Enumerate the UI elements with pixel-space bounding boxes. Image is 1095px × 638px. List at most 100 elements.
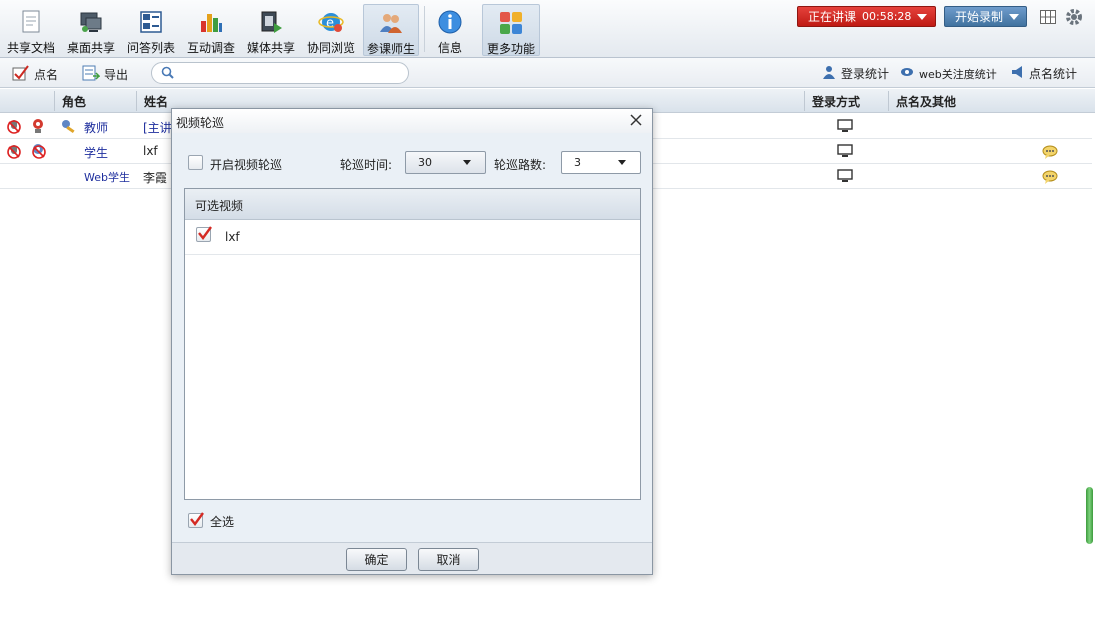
list-item[interactable]: lxf (185, 220, 640, 255)
chevron-down-icon (618, 160, 626, 165)
tool-qa-list[interactable]: 问答列表 (124, 4, 178, 56)
row-name: 李霞 (143, 171, 168, 185)
select-all-label: 全选 (210, 515, 235, 529)
checkmark-icon (198, 226, 212, 240)
qa-list-icon (138, 9, 164, 35)
mic-off-icon[interactable] (6, 143, 22, 162)
cancel-label: 取消 (436, 553, 461, 567)
live-status-button[interactable]: 正在讲课 00:58:28 (797, 6, 936, 27)
header-rollcall[interactable]: 点名及其他 (896, 93, 956, 110)
row-role: 学生 (84, 146, 109, 160)
login-stats-button[interactable]: 登录统计 (822, 65, 889, 82)
ok-button[interactable]: 确定 (346, 548, 407, 571)
megaphone-icon (1010, 65, 1024, 82)
tool-more[interactable]: 更多功能 (482, 4, 540, 56)
row-name: lxf (143, 144, 158, 158)
close-icon[interactable] (630, 114, 642, 129)
tool-shared-docs[interactable]: 共享文档 (4, 4, 58, 56)
users-icon (378, 10, 404, 36)
mic-off-icon[interactable] (6, 118, 22, 137)
camera-off-icon[interactable] (30, 143, 46, 162)
camera-icon[interactable] (30, 118, 46, 137)
chat-bubble-icon[interactable] (1042, 170, 1058, 187)
scrollbar-thumb[interactable] (1086, 487, 1093, 544)
login-stats-label: 登录统计 (841, 67, 890, 81)
column-divider (54, 91, 55, 111)
rollcall-label: 点名 (34, 68, 59, 82)
enable-patrol-checkbox[interactable] (188, 155, 203, 170)
live-timer: 00:58:28 (862, 10, 912, 23)
export-icon (82, 65, 101, 84)
tool-survey[interactable]: 互动调查 (184, 4, 238, 56)
desktop-share-icon (78, 9, 104, 35)
live-label: 正在讲课 (808, 10, 857, 24)
interval-label: 轮巡时间: (340, 158, 393, 172)
count-label: 轮巡路数: (494, 158, 547, 172)
video-list: 可选视频 lxf (184, 188, 641, 500)
count-value: 3 (574, 156, 581, 169)
record-button[interactable]: 开始录制 (944, 6, 1027, 27)
user-icon (822, 65, 836, 82)
tool-co-browse[interactable]: e 协同浏览 (304, 4, 358, 56)
cancel-button[interactable]: 取消 (418, 548, 479, 571)
chevron-down-icon (463, 160, 471, 165)
interval-select[interactable]: 30 (405, 151, 486, 174)
layout-grid-icon[interactable] (1040, 10, 1056, 27)
sub-toolbar: 点名 导出 登录统计 web关注度统计 点名统计 (0, 58, 1095, 88)
header-role[interactable]: 角色 (62, 93, 86, 110)
select-all-checkbox[interactable] (188, 512, 204, 528)
bar-chart-icon (198, 9, 224, 35)
row-role: Web学生 (84, 171, 130, 184)
column-divider (136, 91, 137, 111)
chevron-down-icon (917, 13, 928, 20)
info-icon (437, 9, 463, 35)
dialog-title: 视频轮巡 (176, 116, 225, 130)
search-input[interactable] (151, 62, 409, 84)
chat-bubble-icon[interactable] (1042, 145, 1058, 162)
media-share-icon (258, 9, 284, 35)
row-role: 教师 (84, 121, 109, 135)
chevron-down-icon (1009, 13, 1020, 20)
grid-apps-icon (498, 10, 524, 36)
video-patrol-dialog: 视频轮巡 开启视频轮巡 轮巡时间: 30 轮巡路数: 3 可选视频 lxf 全选… (171, 108, 653, 575)
rollcall-button[interactable]: 点名 (12, 65, 58, 84)
header-name[interactable]: 姓名 (144, 93, 168, 110)
rollcall-stats-button[interactable]: 点名统计 (1010, 65, 1077, 82)
tool-media-share[interactable]: 媒体共享 (244, 4, 298, 56)
svg-text:e: e (326, 16, 334, 31)
checklist-icon (12, 65, 30, 84)
row-name: [主讲 (143, 121, 172, 135)
enable-patrol-label: 开启视频轮巡 (210, 158, 283, 172)
monitor-icon (837, 119, 853, 136)
record-label: 开始录制 (955, 10, 1004, 24)
tool-participants[interactable]: 参课师生 (363, 4, 419, 56)
rollcall-stats-label: 点名统计 (1029, 67, 1078, 81)
checkmark-icon (190, 512, 204, 526)
video-list-header: 可选视频 (185, 189, 640, 220)
toolbar-separator (424, 6, 425, 52)
header-login-method[interactable]: 登录方式 (812, 93, 860, 110)
count-select[interactable]: 3 (561, 151, 641, 174)
tool-info[interactable]: 信息 (428, 4, 472, 56)
eye-icon (900, 65, 914, 82)
video-name: lxf (225, 230, 240, 244)
export-button[interactable]: 导出 (82, 65, 128, 84)
ok-label: 确定 (364, 553, 389, 567)
web-attention-label: web关注度统计 (919, 67, 997, 81)
document-icon (18, 9, 44, 35)
main-toolbar: 共享文档 桌面共享 问答列表 互动调查 媒体共享 e 协同浏览 参课师生 信息 … (0, 0, 1095, 58)
tool-desktop-share[interactable]: 桌面共享 (64, 4, 118, 56)
web-attention-button[interactable]: web关注度统计 (900, 65, 997, 82)
monitor-icon (837, 144, 853, 161)
monitor-icon (837, 169, 853, 186)
column-divider (804, 91, 805, 111)
dialog-body: 开启视频轮巡 轮巡时间: 30 轮巡路数: 3 可选视频 lxf 全选 (172, 133, 652, 542)
export-label: 导出 (104, 68, 129, 82)
key-icon (61, 118, 77, 137)
browser-icon: e (318, 9, 344, 35)
dialog-header: 视频轮巡 (172, 109, 652, 133)
video-checkbox[interactable] (196, 226, 212, 242)
dialog-footer: 确定 取消 (172, 542, 652, 574)
search-icon (161, 66, 175, 83)
gear-icon[interactable] (1065, 8, 1083, 29)
